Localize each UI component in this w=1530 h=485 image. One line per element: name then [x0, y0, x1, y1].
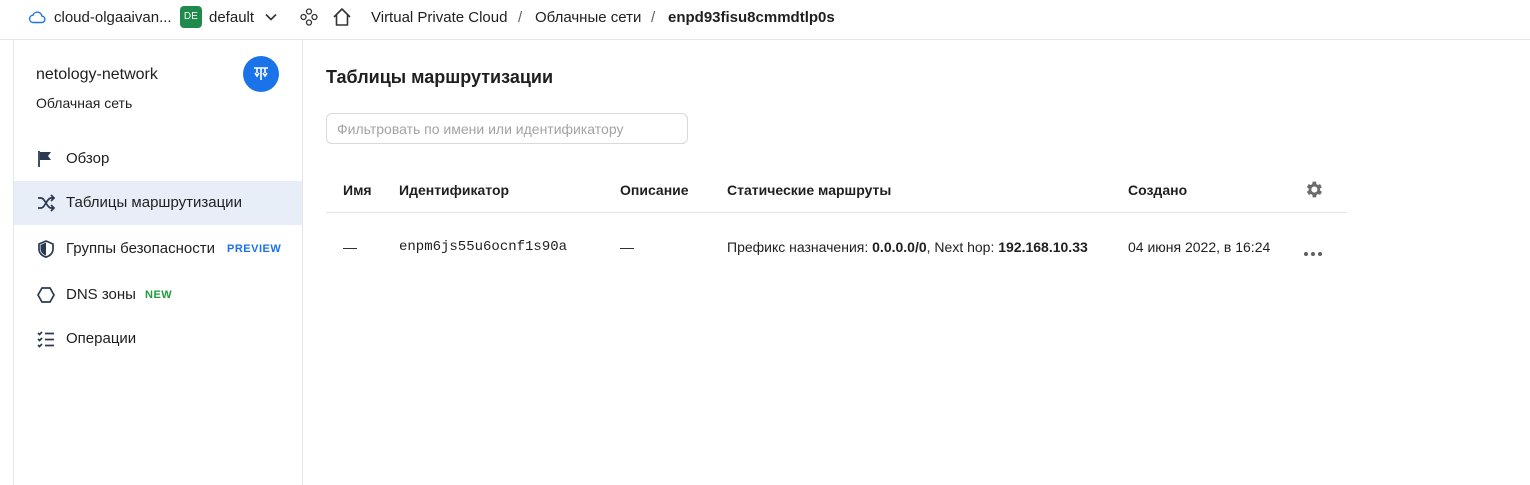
folder-selector[interactable]: default [209, 9, 254, 26]
shield-icon [36, 239, 56, 259]
sidebar: netology-network Облачная сеть Обзор Таб… [13, 40, 303, 485]
network-type: Облачная сеть [36, 95, 133, 111]
chevron-down-icon[interactable] [264, 10, 278, 28]
cell-name: — [343, 239, 357, 255]
breadcrumb-vpc[interactable]: Virtual Private Cloud [371, 9, 507, 26]
filter-input[interactable] [326, 113, 688, 144]
breadcrumb-separator: / [651, 9, 656, 26]
services-icon[interactable] [299, 7, 319, 31]
sidebar-item-operations[interactable]: Операции [14, 317, 302, 361]
cell-description: — [620, 239, 634, 255]
flag-icon [36, 149, 56, 169]
top-bar: cloud-olgaaivan... DE default Virtual Pr… [0, 0, 1530, 40]
sidebar-item-route-tables[interactable]: Таблицы маршрутизации [14, 181, 302, 225]
breadcrumb-separator: / [518, 9, 523, 26]
route-prefix-value: 0.0.0.0/0 [872, 239, 927, 255]
breadcrumb-current: enpd93fisu8cmmdtlp0s [668, 9, 835, 26]
hexagon-icon [36, 285, 56, 305]
sidebar-item-dns-zones[interactable]: DNS зоны NEW [14, 273, 302, 317]
gear-icon[interactable] [1303, 179, 1324, 203]
home-icon[interactable] [331, 6, 353, 32]
shuffle-icon [36, 193, 56, 213]
sidebar-item-security-groups[interactable]: Группы безопасности PREVIEW [14, 227, 302, 271]
cell-static-routes: Префикс назначения: 0.0.0.0/0, Next hop:… [727, 239, 1088, 255]
column-name[interactable]: Имя [343, 182, 372, 198]
new-tag: NEW [145, 289, 173, 301]
network-name: netology-network [36, 66, 158, 83]
sidebar-item-overview[interactable]: Обзор [14, 137, 302, 181]
cloud-selector[interactable]: cloud-olgaaivan... [54, 9, 172, 26]
column-id[interactable]: Идентификатор [399, 182, 509, 198]
preview-tag: PREVIEW [227, 243, 282, 255]
breadcrumb-networks[interactable]: Облачные сети [535, 9, 641, 26]
column-created[interactable]: Создано [1128, 182, 1187, 198]
sidebar-item-label: DNS зоны [66, 286, 136, 303]
folder-badge: DE [180, 6, 202, 28]
sidebar-item-label: Обзор [66, 150, 110, 167]
column-description[interactable]: Описание [620, 182, 689, 198]
route-nexthop-label: , Next hop: [926, 239, 995, 255]
table-header: Имя Идентификатор Описание Статические м… [326, 171, 1347, 213]
route-prefix-label: Префикс назначения: [727, 239, 869, 255]
network-service-icon [243, 56, 279, 92]
more-actions-icon[interactable] [1303, 244, 1323, 260]
cell-id[interactable]: enpm6js55u6ocnf1s90a [399, 239, 567, 255]
list-icon [36, 329, 56, 349]
route-nexthop-value: 192.168.10.33 [998, 239, 1088, 255]
cloud-icon[interactable] [28, 9, 46, 29]
table-row[interactable]: — enpm6js55u6ocnf1s90a — Префикс назначе… [326, 214, 1347, 280]
sidebar-item-label: Таблицы маршрутизации [66, 194, 242, 211]
column-static-routes[interactable]: Статические маршруты [727, 182, 891, 198]
sidebar-item-label: Группы безопасности [66, 240, 215, 257]
page-title: Таблицы маршрутизации [326, 67, 554, 87]
sidebar-item-label: Операции [66, 330, 137, 347]
cell-created: 04 июня 2022, в 16:24 [1128, 239, 1271, 255]
